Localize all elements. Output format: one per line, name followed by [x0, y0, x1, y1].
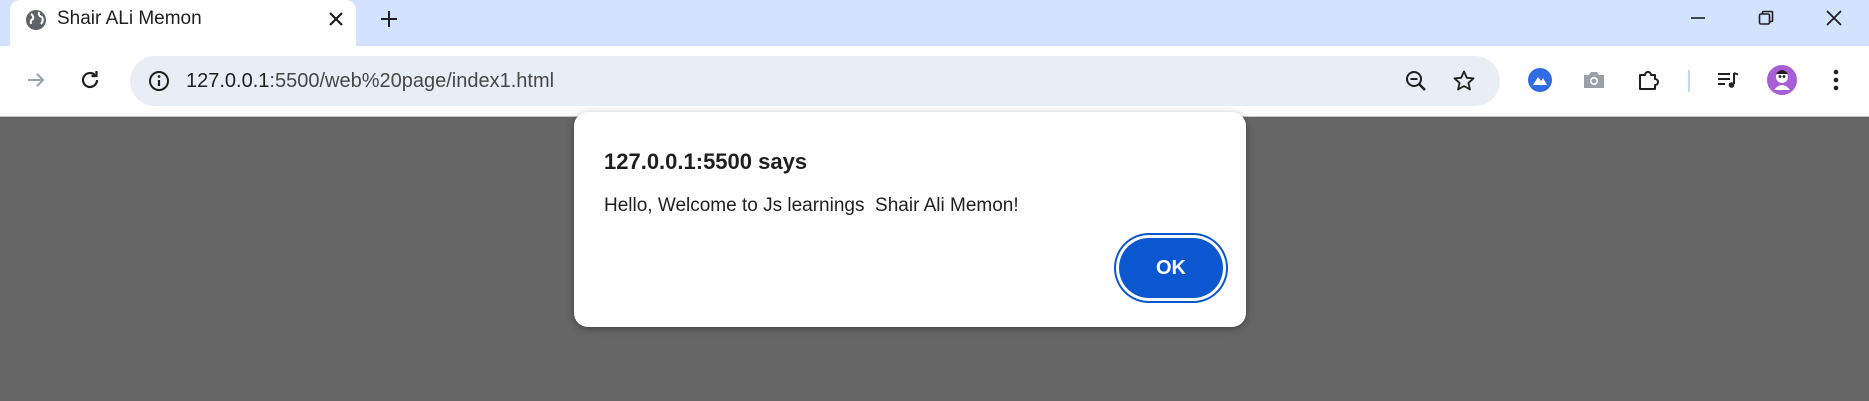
- puzzle-icon[interactable]: [1629, 60, 1669, 100]
- info-icon[interactable]: [140, 62, 178, 100]
- browser-toolbar: 127.0.0.1:5500/web%20page/index1.html: [0, 46, 1869, 117]
- tab-title: Shair ALi Memon: [57, 8, 202, 29]
- dialog-title: 127.0.0.1:5500 says: [604, 149, 808, 174]
- address-bar[interactable]: 127.0.0.1:5500/web%20page/index1.html: [130, 56, 1500, 106]
- kebab-menu-icon[interactable]: [1816, 60, 1856, 100]
- restore-icon[interactable]: [1738, 0, 1794, 36]
- camera-icon[interactable]: [1574, 60, 1614, 100]
- dialog-message: Hello, Welcome to Js learnings Shair Ali…: [604, 195, 1019, 216]
- minimize-icon[interactable]: [1670, 0, 1726, 36]
- star-icon[interactable]: [1445, 62, 1483, 100]
- reload-icon[interactable]: [70, 60, 110, 100]
- window-close-icon[interactable]: [1806, 0, 1862, 36]
- url-host: 127.0.0.1: [186, 70, 270, 92]
- new-tab-plus-icon[interactable]: [374, 4, 404, 34]
- avatar[interactable]: [1762, 60, 1802, 100]
- toolbar-separator: [1688, 70, 1690, 92]
- browser-titlebar: Shair ALi Memon: [0, 0, 1869, 46]
- browser-tab[interactable]: Shair ALi Memon: [10, 0, 356, 46]
- alert-dialog: 127.0.0.1:5500 says Hello, Welcome to Js…: [574, 112, 1246, 327]
- zoom-out-icon[interactable]: [1397, 62, 1435, 100]
- arrow-right-icon[interactable]: [16, 60, 56, 100]
- tab-close-icon[interactable]: [323, 6, 349, 32]
- globe-icon: [24, 8, 48, 32]
- ok-button[interactable]: OK: [1119, 238, 1223, 298]
- media-playlist-icon[interactable]: [1708, 60, 1748, 100]
- blue-circle-extension-icon[interactable]: [1520, 60, 1560, 100]
- url-path: :5500/web%20page/index1.html: [269, 70, 555, 92]
- url-text[interactable]: 127.0.0.1:5500/web%20page/index1.html: [186, 68, 554, 94]
